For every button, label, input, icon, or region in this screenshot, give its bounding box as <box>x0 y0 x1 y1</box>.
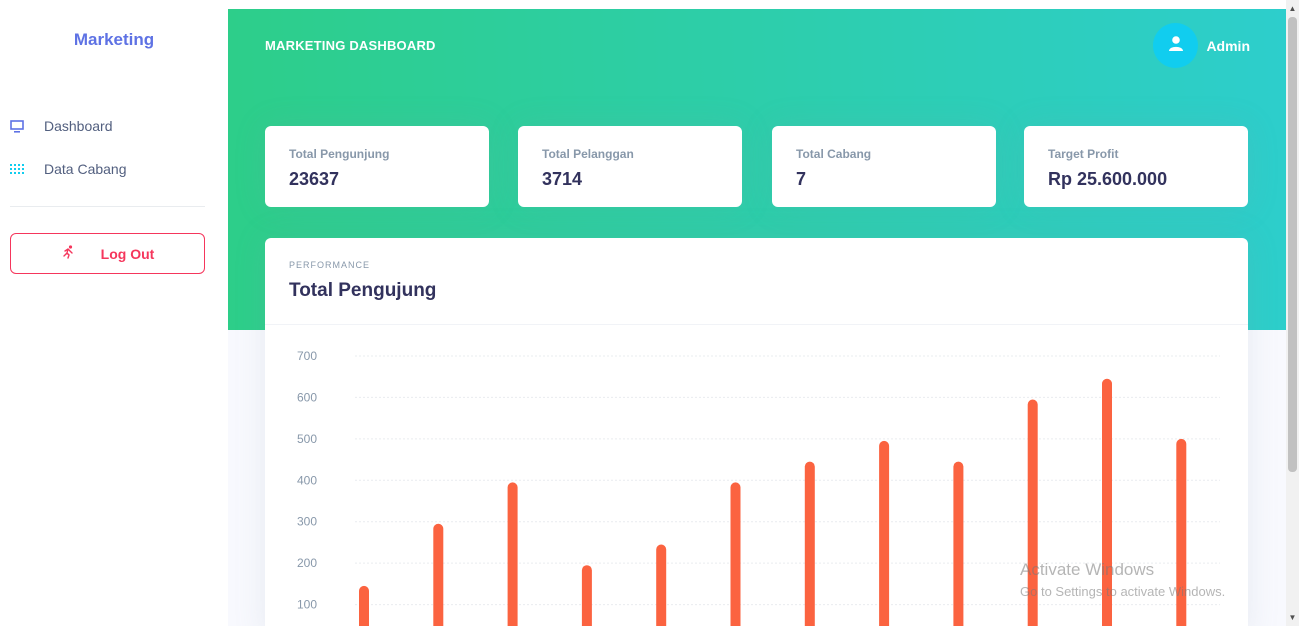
stat-card-total-pelanggan: Total Pelanggan 3714 <box>518 126 742 207</box>
stat-value: 23637 <box>289 169 340 189</box>
stat-label: Total Pelanggan <box>542 147 634 161</box>
sidebar-item-dashboard[interactable]: Dashboard <box>10 111 210 141</box>
chart-bar[interactable] <box>953 461 964 626</box>
sidebar-item-label: Dashboard <box>44 118 113 134</box>
y-tick-label: 100 <box>297 598 317 612</box>
chart-bar[interactable] <box>730 482 741 626</box>
chart-bar[interactable] <box>879 440 890 626</box>
scroll-up-arrow-icon[interactable]: ▲ <box>1286 0 1299 17</box>
stat-label: Total Pengunjung <box>289 147 390 161</box>
main-content: MARKETING DASHBOARD Admin Total Pengunju… <box>228 9 1286 626</box>
sidebar-item-label: Data Cabang <box>44 161 127 177</box>
stat-card-total-cabang: Total Cabang 7 <box>772 126 996 207</box>
user-icon <box>1168 35 1184 56</box>
logout-button[interactable]: Log Out <box>10 233 205 274</box>
chart-bar[interactable] <box>656 544 667 626</box>
y-tick-label: 300 <box>297 515 317 529</box>
chart-bar[interactable] <box>433 523 444 626</box>
scroll-down-arrow-icon[interactable]: ▼ <box>1286 609 1299 626</box>
stat-card-target-profit: Target Profit Rp 25.600.000 <box>1024 126 1248 207</box>
stat-card-total-pengunjung: Total Pengunjung 23637 <box>265 126 489 207</box>
chart-bar[interactable] <box>507 482 518 626</box>
stat-value: Rp 25.600.000 <box>1048 169 1168 189</box>
y-tick-label: 700 <box>297 349 317 363</box>
watermark-line2: Go to Settings to activate Windows. <box>1020 584 1226 599</box>
watermark-line1: Activate Windows <box>1020 560 1155 579</box>
scroll-thumb[interactable] <box>1288 17 1297 472</box>
sidebar-item-data-cabang[interactable]: Data Cabang <box>10 154 210 184</box>
y-tick-label: 500 <box>297 432 317 446</box>
sidebar-divider <box>10 206 205 207</box>
stat-value: 3714 <box>542 169 583 189</box>
windows-activation-watermark: Activate Windows Go to Settings to activ… <box>1020 560 1225 599</box>
stat-label: Target Profit <box>1048 147 1119 161</box>
brand-title[interactable]: Marketing <box>0 30 228 50</box>
avatar[interactable] <box>1153 23 1199 68</box>
user-menu[interactable]: Admin <box>1153 23 1250 68</box>
chart-bar[interactable] <box>804 461 815 626</box>
chart-bar[interactable] <box>359 585 369 626</box>
monitor-icon <box>10 119 24 133</box>
page-title: MARKETING DASHBOARD <box>265 38 436 53</box>
scrollbar[interactable]: ▲ ▼ <box>1286 0 1299 626</box>
chart-bar[interactable] <box>581 565 592 626</box>
grid-dots-icon <box>10 162 24 176</box>
user-name: Admin <box>1206 37 1250 54</box>
y-tick-label: 400 <box>297 473 317 487</box>
stat-value: 7 <box>796 169 807 189</box>
sidebar: Marketing Dashboard Data Cabang Log Out <box>0 0 228 626</box>
stat-label: Total Cabang <box>796 147 872 161</box>
running-person-icon <box>61 245 75 262</box>
logout-label: Log Out <box>100 245 155 262</box>
y-tick-label: 200 <box>297 556 317 570</box>
y-tick-label: 600 <box>297 390 317 404</box>
